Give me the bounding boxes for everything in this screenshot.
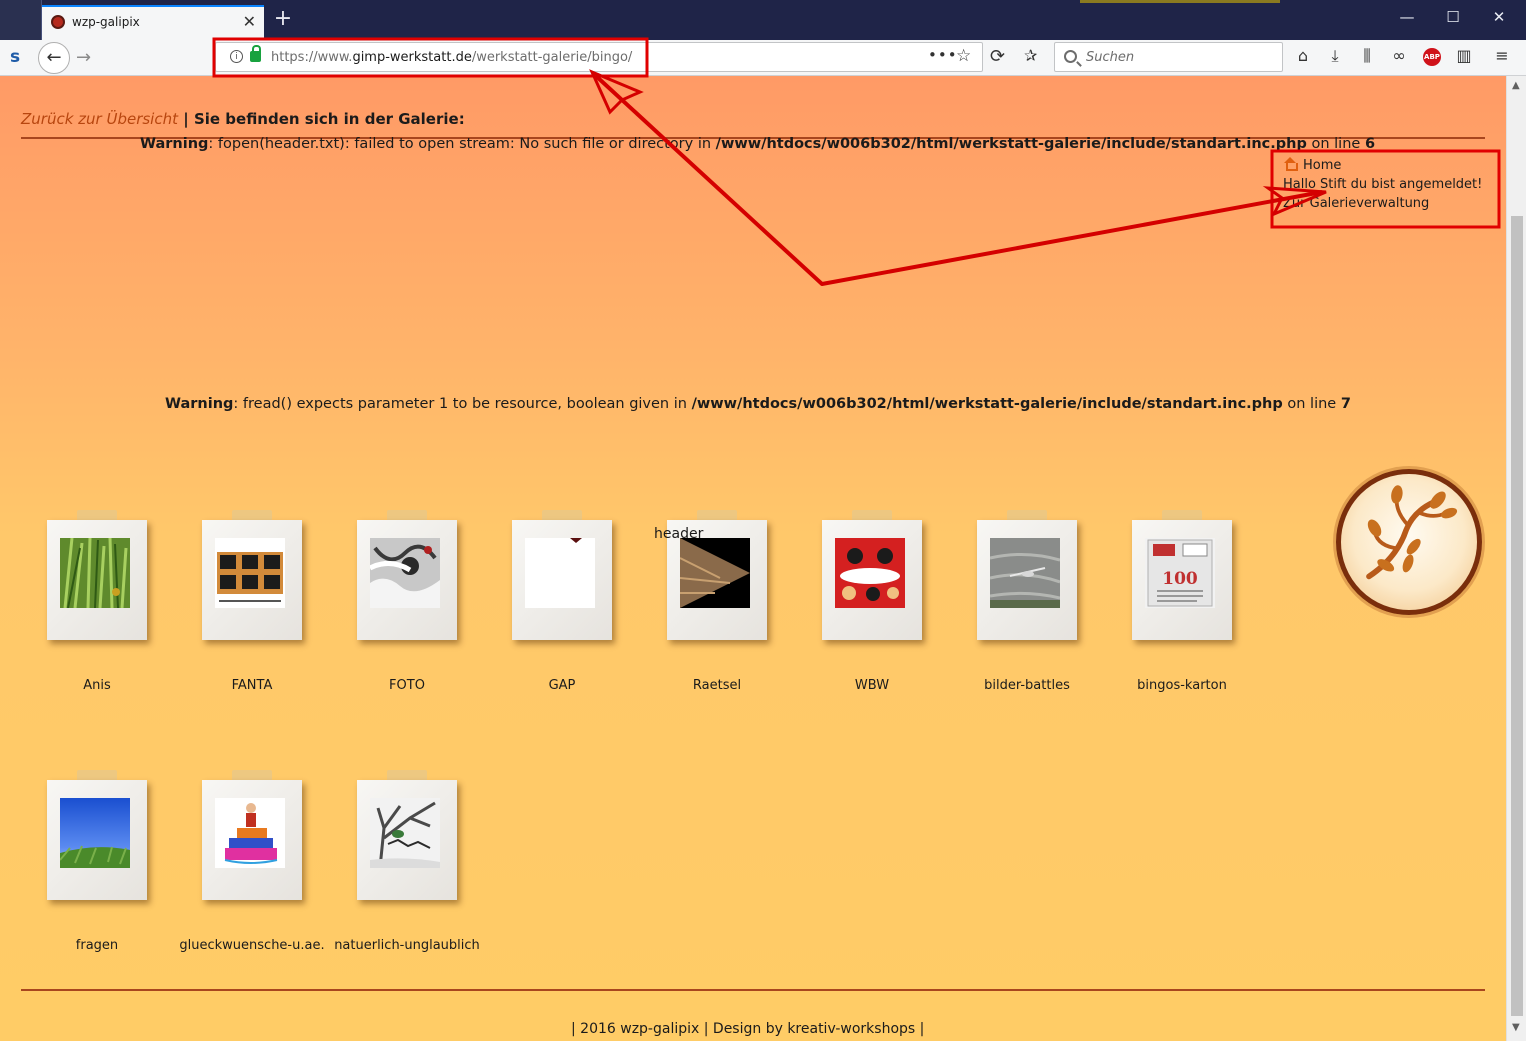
gallery-thumbnail-frame[interactable]: 100 — [1132, 520, 1232, 640]
forward-button[interactable]: → — [76, 47, 91, 68]
warning-fread: Warning: fread() expects parameter 1 to … — [165, 396, 1351, 412]
svg-text:100: 100 — [1162, 569, 1198, 589]
thumbnail-wbw — [835, 538, 905, 608]
nav-bar: s ← → i https://www.gimp-werkstatt.de/we… — [0, 40, 1526, 76]
search-icon — [1064, 50, 1077, 63]
breadcrumb-separator: | — [178, 110, 194, 128]
login-greeting: Hallo Stift du bist angemeldet! — [1283, 177, 1483, 192]
info-icon[interactable]: i — [230, 50, 243, 63]
menu-icon[interactable]: ≡ — [1490, 46, 1514, 65]
thumbnail-bingos-karton: 100 — [1145, 538, 1215, 608]
url-text[interactable]: https://www.gimp-werkstatt.de/werkstatt-… — [271, 50, 632, 65]
desktop-strip — [0, 0, 42, 40]
gallery-label[interactable]: natuerlich-unglaublich — [332, 938, 482, 953]
warning-fopen: Warning: fopen(header.txt): failed to op… — [140, 136, 1376, 152]
mask-icon[interactable]: ∞ — [1387, 46, 1411, 65]
new-tab-button[interactable]: + — [272, 6, 294, 31]
close-tab-icon[interactable]: ✕ — [243, 12, 256, 31]
adblock-icon[interactable]: ABP — [1423, 48, 1441, 66]
header-text: header — [654, 526, 704, 542]
lock-icon[interactable] — [250, 45, 261, 62]
gallery-thumbnail-frame[interactable] — [202, 520, 302, 640]
thumbnail-natuerlich-unglaublich — [370, 798, 440, 868]
home-toolbar-icon[interactable]: ⌂ — [1291, 46, 1315, 65]
thumbnail-anis — [60, 538, 130, 608]
search-input[interactable]: Suchen — [1086, 50, 1134, 65]
gallery-thumbnail-frame[interactable] — [512, 520, 612, 640]
back-to-overview-link[interactable]: Zurück zur Übersicht — [21, 110, 178, 128]
thumbnail-gap — [525, 538, 595, 608]
user-menu: Home Hallo Stift du bist angemeldet! Zur… — [1283, 156, 1482, 213]
thumbnail-foto — [370, 538, 440, 608]
sidebar-s-icon[interactable]: s — [10, 47, 20, 67]
reader-list-icon[interactable]: ✰ — [1024, 46, 1037, 65]
scroll-down-icon[interactable]: ▼ — [1512, 1022, 1520, 1033]
back-button[interactable]: ← — [38, 42, 70, 74]
gallery-thumbnail-frame[interactable] — [202, 780, 302, 900]
home-link[interactable]: Home — [1283, 156, 1482, 175]
desktop-strip-top — [1080, 0, 1280, 3]
reload-icon[interactable]: ⟳ — [990, 46, 1005, 67]
download-icon[interactable]: ⤓ — [1323, 46, 1347, 66]
url-bar[interactable]: i https://www.gimp-werkstatt.de/werkstat… — [215, 42, 983, 72]
scroll-up-icon[interactable]: ▲ — [1512, 80, 1520, 91]
thumbnail-fragen — [60, 798, 130, 868]
site-logo[interactable] — [1336, 469, 1482, 615]
maximize-icon[interactable]: ☐ — [1438, 8, 1468, 26]
gallery-thumbnail-frame[interactable] — [357, 780, 457, 900]
gallery-thumbnail-frame[interactable] — [822, 520, 922, 640]
page-scrollbar[interactable]: ▲ ▼ — [1506, 76, 1526, 1041]
gallery-location-text: Sie befinden sich in der Galerie: — [193, 110, 465, 128]
sidebar-toggle-icon[interactable]: ▥ — [1452, 46, 1476, 65]
home-icon — [1283, 157, 1298, 171]
breadcrumb: Zurück zur Übersicht | Sie befinden sich… — [21, 110, 465, 128]
branch-icon — [1366, 485, 1458, 580]
gallery-label[interactable]: Anis — [22, 678, 172, 693]
gallery-label[interactable]: fragen — [22, 938, 172, 953]
page-actions-icon[interactable]: ••• — [928, 46, 958, 64]
gallery-thumbnail-frame[interactable] — [977, 520, 1077, 640]
tab-title: wzp-galipix — [72, 15, 140, 29]
gallery-label[interactable]: FOTO — [332, 678, 482, 693]
gallery-thumbnail-frame[interactable] — [47, 520, 147, 640]
gallery-thumbnail-frame[interactable] — [357, 520, 457, 640]
scroll-thumb[interactable] — [1511, 216, 1523, 1016]
footer: | 2016 wzp-galipix | Design by kreativ-w… — [571, 1021, 925, 1037]
gallery-label[interactable]: WBW — [797, 678, 947, 693]
bookmark-star-icon[interactable]: ☆ — [956, 46, 971, 66]
page-content: Zurück zur Übersicht | Sie befinden sich… — [0, 76, 1506, 1041]
gallery-admin-link[interactable]: Zur Galerieverwaltung — [1283, 194, 1482, 213]
thumbnail-fanta — [215, 538, 285, 608]
thumbnail-glueckwuensche — [215, 798, 285, 868]
library-icon[interactable]: ⫼ — [1355, 46, 1379, 66]
minimize-icon[interactable]: — — [1392, 8, 1422, 26]
thumbnail-bilder-battles — [990, 538, 1060, 608]
close-window-icon[interactable]: ✕ — [1484, 8, 1514, 26]
gallery-label[interactable]: glueckwuensche-u.ae. — [177, 938, 327, 953]
bottom-divider — [21, 989, 1485, 991]
browser-tab[interactable]: wzp-galipix ✕ — [42, 5, 264, 40]
gallery-label[interactable]: Raetsel — [642, 678, 792, 693]
thumbnail-raetsel — [680, 538, 750, 608]
favicon-icon — [51, 15, 65, 29]
gallery-label[interactable]: bingos-karton — [1107, 678, 1257, 693]
gallery-label[interactable]: FANTA — [177, 678, 327, 693]
gallery-thumbnail-frame[interactable] — [47, 780, 147, 900]
gallery-label[interactable]: bilder-battles — [952, 678, 1102, 693]
gallery-label[interactable]: GAP — [487, 678, 637, 693]
tab-bar: wzp-galipix ✕ + — ☐ ✕ — [0, 0, 1526, 40]
search-bar[interactable]: Suchen — [1054, 42, 1283, 72]
